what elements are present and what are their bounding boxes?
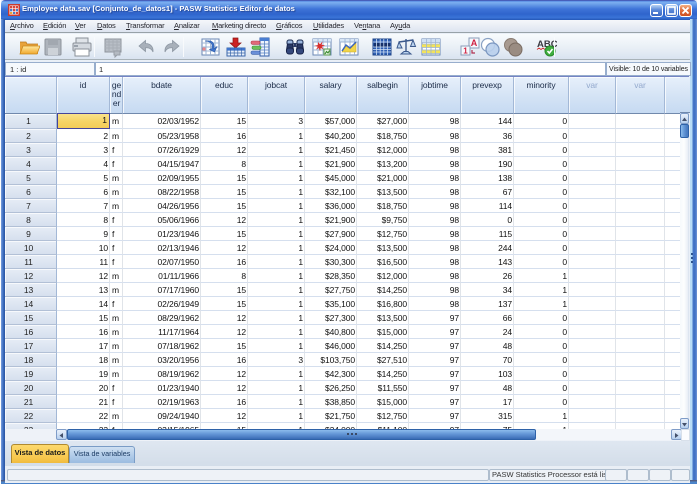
svg-text:A: A — [471, 38, 478, 48]
svg-text:1: 1 — [463, 47, 468, 56]
